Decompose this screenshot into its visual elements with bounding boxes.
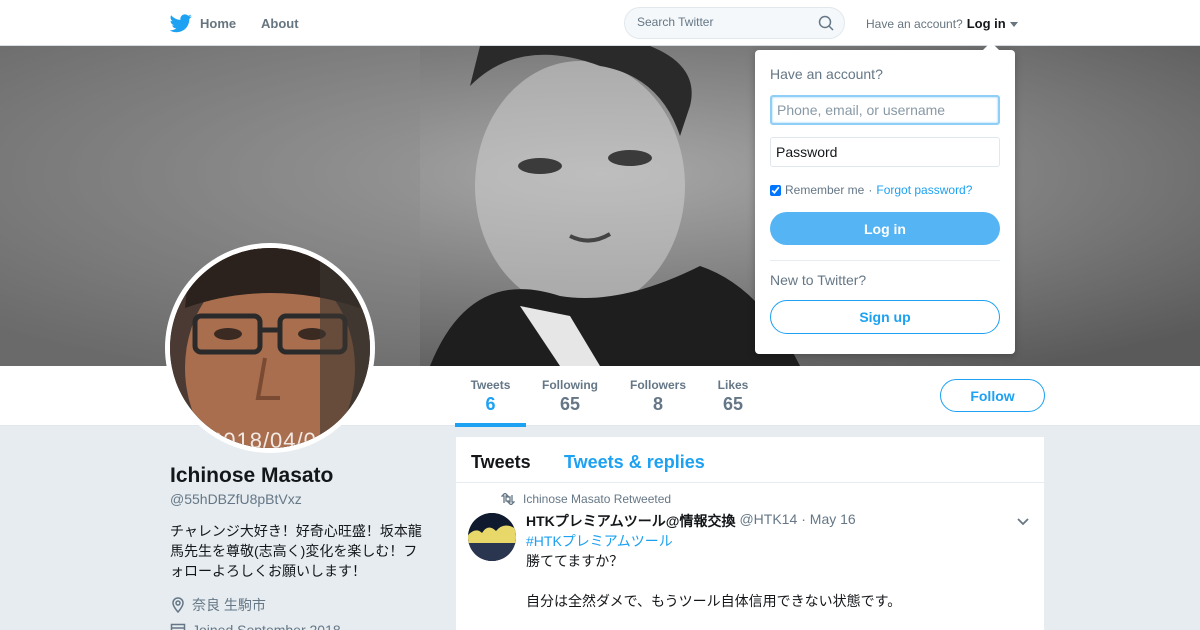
stat-following-count: 65 [559, 394, 581, 414]
stat-followers[interactable]: Followers 8 [628, 378, 688, 415]
tweet-date[interactable]: · May 16 [801, 511, 855, 531]
account-menu[interactable]: Have an account? Log in [866, 16, 1018, 31]
stat-tweets-count: 6 [485, 394, 496, 414]
tab-tweets[interactable]: Tweets [471, 452, 531, 473]
username-field[interactable] [770, 95, 1000, 125]
avatar-date-overlay: 2018/04/0 [210, 428, 317, 448]
nav-home-label: Home [200, 15, 237, 31]
search-input[interactable] [637, 15, 807, 29]
password-field[interactable] [770, 137, 1000, 167]
tweet-header: HTKプレミアムツール@情報交換 @HTK14 · May 16 [526, 511, 856, 531]
location-pin-icon [172, 597, 184, 613]
stat-likes-label: Likes [717, 378, 749, 392]
forgot-password-link[interactable]: Forgot password? [876, 183, 972, 197]
nav-home-link[interactable]: Home [170, 12, 236, 34]
chevron-down-icon[interactable] [1016, 515, 1030, 529]
tweet-author-avatar-image [468, 513, 516, 561]
remember-separator: · [868, 183, 873, 197]
avatar-face-image [170, 248, 370, 448]
remember-me-row: Remember me · Forgot password? [770, 183, 972, 197]
stat-tweets-label: Tweets [470, 378, 511, 392]
twitter-bird-icon [170, 14, 192, 33]
tweet-author-avatar[interactable] [468, 513, 516, 561]
search-box[interactable] [624, 7, 845, 39]
stat-following-label: Following [542, 378, 598, 392]
tweet-text-line2: 自分は全然ダメで、もうツール自体信用できない状態です。 [526, 593, 902, 609]
avatar-photo: 2018/04/0 [170, 248, 370, 448]
stat-tweets[interactable]: Tweets 6 [455, 378, 526, 427]
retweet-context: Ichinose Masato Retweeted [501, 492, 671, 506]
stat-likes-count: 65 [722, 394, 744, 414]
login-dropdown-title: Have an account? [770, 66, 883, 82]
caret-down-icon[interactable] [1009, 22, 1018, 27]
remember-me-label[interactable]: Remember me [785, 183, 864, 197]
login-button[interactable]: Log in [770, 212, 1000, 245]
tab-tweets-and-replies[interactable]: Tweets & replies [564, 452, 705, 473]
profile-handle[interactable]: @55hDBZfU8pBtVxz [170, 491, 302, 507]
tweet-author-handle[interactable]: @HTK14 [739, 511, 797, 531]
tweet-hashtag[interactable]: #HTKプレミアムツール [526, 531, 673, 551]
tweet-author-name[interactable]: HTKプレミアムツール@情報交換 [526, 511, 735, 531]
profile-location-text: 奈良 生駒市 [192, 597, 266, 613]
timeline-tabs: Tweets Tweets & replies [456, 437, 1044, 483]
nav-about-link[interactable]: About [261, 16, 299, 31]
login-link[interactable]: Log in [967, 16, 1006, 31]
retweet-icon [501, 493, 515, 505]
stat-likes[interactable]: Likes 65 [713, 378, 753, 415]
stat-followers-label: Followers [629, 378, 686, 392]
have-account-text: Have an account? [866, 16, 963, 31]
retweet-context-text[interactable]: Ichinose Masato Retweeted [523, 492, 671, 506]
profile-location: 奈良 生駒市 [170, 595, 266, 615]
avatar[interactable]: 2018/04/0 [165, 243, 375, 453]
search-icon[interactable] [818, 15, 834, 31]
calendar-icon [170, 623, 186, 630]
follow-button[interactable]: Follow [940, 379, 1045, 412]
profile-name[interactable]: Ichinose Masato [170, 464, 333, 488]
signup-button[interactable]: Sign up [770, 300, 1000, 334]
profile-joined: Joined September 2018 [170, 622, 341, 630]
tweet-text-line1: 勝ててますか？ [526, 553, 624, 569]
profile-joined-text: Joined September 2018 [192, 622, 341, 630]
remember-me-checkbox[interactable] [770, 184, 781, 196]
timeline: Tweets Tweets & replies Ichinose Masato … [456, 437, 1044, 630]
login-dropdown: Have an account? Remember me · Forgot pa… [755, 42, 1015, 354]
new-to-twitter-text: New to Twitter? [770, 272, 867, 288]
stat-followers-count: 8 [652, 394, 663, 414]
divider [770, 260, 1000, 261]
top-nav-bar: Home About Have an account? Log in [0, 0, 1200, 46]
stat-following[interactable]: Following 65 [540, 378, 600, 415]
profile-bio: チャレンジ大好き！好奇心旺盛！坂本龍馬先生を尊敬(志高く)変化を楽しむ！フォロー… [170, 523, 422, 579]
